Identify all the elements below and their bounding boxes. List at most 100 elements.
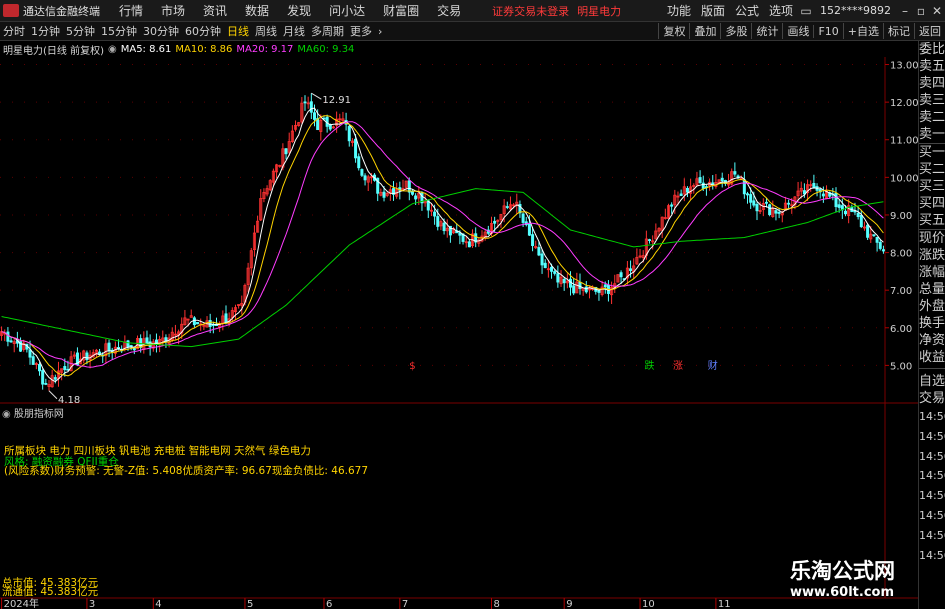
quote-label: 外盘: [919, 299, 945, 314]
tab-multi-period[interactable]: 多周期: [311, 23, 344, 39]
candle-body: [856, 212, 860, 218]
tab-monthly[interactable]: 月线: [283, 23, 305, 39]
candle-body: [572, 285, 576, 294]
candle-body: [875, 236, 879, 243]
menu-item-wealth[interactable]: 财富圈: [383, 2, 419, 19]
tab-5min[interactable]: 5分钟: [66, 23, 95, 39]
tab-more[interactable]: 更多: [350, 23, 372, 39]
chevron-right-icon[interactable]: ›: [378, 25, 382, 38]
mark-button[interactable]: 标记: [883, 23, 914, 39]
menu-item-options[interactable]: 选项: [769, 2, 793, 19]
quote-label: 涨跌: [919, 248, 945, 263]
trade-time: 14:56: [919, 429, 945, 443]
candle-body: [543, 262, 547, 269]
menu-item-market[interactable]: 市场: [161, 2, 185, 19]
candle-body: [755, 204, 759, 212]
tab-daily[interactable]: 日线: [227, 23, 249, 39]
tab-60min[interactable]: 60分钟: [185, 23, 221, 39]
trade-time: 14:56: [919, 548, 945, 562]
float-market-cap: 流通值: 45.383亿元: [2, 586, 99, 598]
candle-body: [746, 193, 750, 196]
sidebar-tab[interactable]: 自选: [919, 373, 945, 390]
menu-item-trade[interactable]: 交易: [437, 2, 461, 19]
menu-item-data[interactable]: 数据: [245, 2, 269, 19]
candle-body: [53, 377, 57, 380]
quote-label: 卖二: [919, 110, 945, 125]
tab-intraday[interactable]: 分时: [3, 23, 25, 39]
candle-body: [843, 210, 847, 215]
quote-label: 现价: [919, 231, 945, 246]
candle-body: [414, 195, 418, 200]
adjust-button[interactable]: 复权: [658, 23, 689, 39]
quote-label: 委比: [919, 42, 945, 57]
y-tick-label: 11.00: [890, 136, 918, 147]
tab-15min[interactable]: 15分钟: [101, 23, 137, 39]
y-tick-label: 13.00: [890, 61, 918, 72]
menu-item-quotes[interactable]: 行情: [119, 2, 143, 19]
restore-icon[interactable]: ▫: [913, 4, 929, 18]
ma60-line: [1, 188, 884, 348]
menu-item-layout[interactable]: 版面: [701, 2, 725, 19]
candle-body: [537, 247, 541, 256]
candle-body: [360, 169, 364, 176]
close-icon[interactable]: ✕: [929, 4, 945, 18]
trade-time: 14:56: [919, 508, 945, 522]
candle-body: [505, 206, 509, 208]
menu-item-ask[interactable]: 问小达: [329, 2, 365, 19]
quote-label: 买二: [919, 162, 945, 177]
candle-body: [107, 342, 111, 351]
candle-body: [777, 212, 781, 214]
candle-body: [837, 204, 841, 208]
tab-weekly[interactable]: 周线: [255, 23, 277, 39]
menu-bar: 通达信金融终端 行情 市场 资讯 数据 发现 问小达 财富圈 交易 证券交易未登…: [0, 0, 945, 22]
f10-button[interactable]: F10: [813, 24, 842, 38]
menu-item-discover[interactable]: 发现: [287, 2, 311, 19]
app-logo-icon: [3, 4, 19, 17]
indicator-title[interactable]: ◉ 股朋指标网: [2, 405, 64, 420]
app-title: 通达信金融终端: [23, 4, 100, 18]
menu-item-formula[interactable]: 公式: [735, 2, 759, 19]
stats-button[interactable]: 统计: [751, 23, 782, 39]
quote-label: 买一: [919, 145, 945, 160]
candle-body: [556, 273, 560, 283]
tab-1min[interactable]: 1分钟: [31, 23, 60, 39]
candle-body: [44, 383, 48, 385]
minimize-icon[interactable]: –: [897, 4, 913, 18]
kline-chart[interactable]: 13.00 12.00 11.00 10.00 9.00 8.00 7.00 6.00 5.00…: [0, 57, 918, 609]
candle-body: [192, 317, 196, 326]
x-tick-label: 8: [493, 599, 499, 609]
settings-icon[interactable]: ◉: [2, 409, 11, 420]
overlay-button[interactable]: 叠加: [689, 23, 720, 39]
candle-body: [31, 356, 35, 365]
candle-body: [303, 101, 307, 104]
y-tick-label: 5.00: [890, 361, 912, 372]
candle-body: [309, 101, 313, 113]
candle-body: [354, 138, 358, 159]
candle-body: [584, 286, 588, 293]
login-status[interactable]: 证券交易未登录: [492, 3, 569, 19]
trade-time: 14:56: [919, 449, 945, 463]
candle-body: [531, 234, 535, 246]
candle-body: [550, 266, 554, 272]
back-button[interactable]: 返回: [914, 23, 945, 39]
tab-30min[interactable]: 30分钟: [143, 23, 179, 39]
candle-body: [774, 210, 778, 214]
settings-icon[interactable]: ◉: [108, 44, 117, 55]
candle-body: [578, 281, 582, 289]
candle-body: [619, 272, 623, 278]
sidebar-tab[interactable]: 交易: [919, 390, 945, 407]
x-tick-label: 6: [326, 599, 332, 609]
candle-body: [821, 193, 825, 197]
x-tick-label: 9: [566, 599, 572, 609]
ma-info-bar: 明星电力(日线 前复权) ◉ MA5: 8.61 MA10: 8.86 MA20…: [0, 41, 358, 57]
draw-line-button[interactable]: 画线: [782, 23, 813, 39]
candle-body: [603, 284, 607, 288]
menu-item-function[interactable]: 功能: [667, 2, 691, 19]
add-watchlist-button[interactable]: +自选: [842, 23, 883, 39]
monitor-icon[interactable]: ▭: [798, 4, 814, 18]
user-account[interactable]: 152****9892: [820, 4, 891, 17]
quote-label: 收益: [919, 350, 945, 365]
menu-item-news[interactable]: 资讯: [203, 2, 227, 19]
candle-body: [733, 171, 737, 175]
multi-stock-button[interactable]: 多股: [720, 23, 751, 39]
